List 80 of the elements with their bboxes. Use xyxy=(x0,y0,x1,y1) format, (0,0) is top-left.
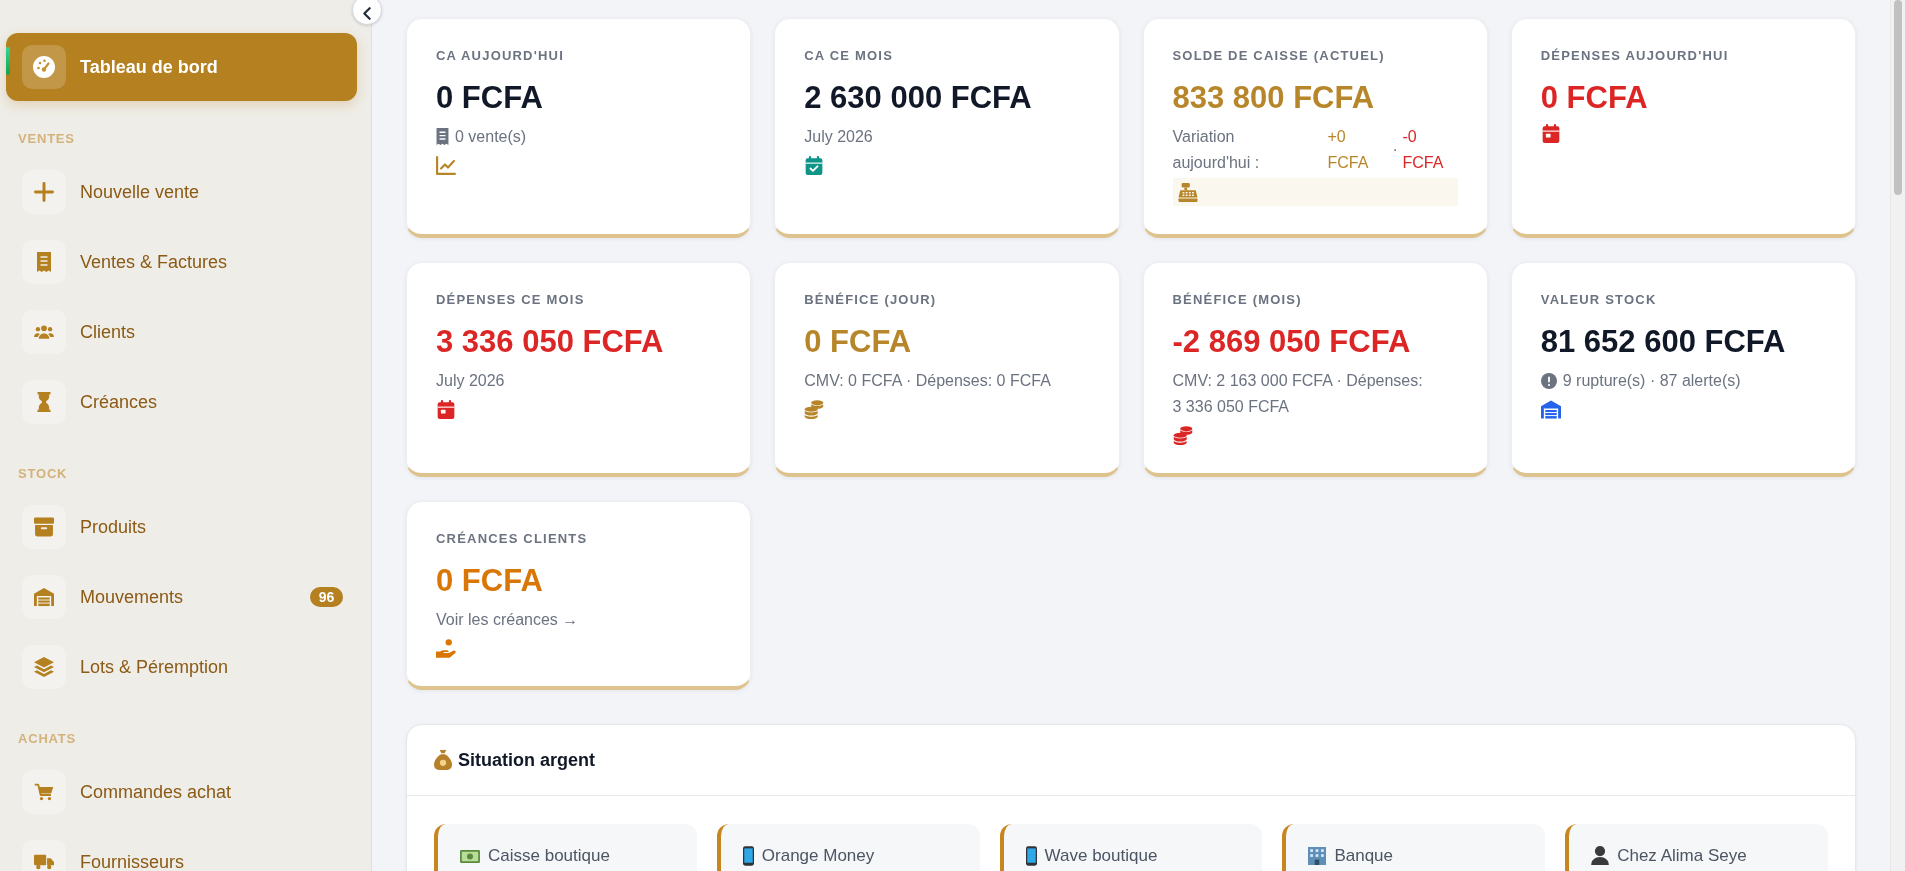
person-icon xyxy=(1591,846,1610,865)
stat-label: SOLDE DE CAISSE (ACTUEL) xyxy=(1172,48,1385,64)
stat-label: BÉNÉFICE (MOIS) xyxy=(1172,292,1302,308)
phone-icon xyxy=(1025,846,1037,866)
stat-label: VALEUR STOCK xyxy=(1540,292,1657,308)
sidebar-item[interactable]: Nouvelle vente xyxy=(6,161,357,223)
collapse-button[interactable] xyxy=(352,0,382,25)
stat-note: 0 vente(s) xyxy=(455,127,527,147)
users-icon xyxy=(22,310,66,354)
plus-icon xyxy=(22,170,66,214)
view-debts-link[interactable]: Voir les créances → xyxy=(436,607,579,633)
coins-icon xyxy=(1172,426,1193,445)
sidebar-item[interactable]: Ventes & Factures xyxy=(6,231,357,293)
scrollbar-thumb[interactable] xyxy=(1894,0,1902,195)
stat-label: DÉPENSES AUJOURD'HUI xyxy=(1540,48,1729,64)
stat-note: CMV: 2 163 000 FCFA · Dépenses: 3 336 050 FCFA xyxy=(1172,371,1424,417)
calendar-icon xyxy=(436,400,456,419)
sidebar-item[interactable]: Commandes achat xyxy=(6,761,357,823)
variation-gain: +0 FCFA xyxy=(1327,127,1370,173)
stat-label: BÉNÉFICE (JOUR) xyxy=(804,292,937,308)
stat-value: 3 336 050 FCFA xyxy=(436,323,664,361)
count-badge: 96 xyxy=(310,587,343,607)
account-name: Wave boutique xyxy=(1044,845,1158,867)
stat-label: CA AUJOURD'HUI xyxy=(436,48,564,64)
stat-label: DÉPENSES CE MOIS xyxy=(436,292,585,308)
variation-label: Variation aujourd'hui : xyxy=(1172,127,1261,173)
account-name: Caisse boutique xyxy=(488,845,610,867)
stat-value: 2 630 000 FCFA xyxy=(804,79,1032,117)
sidebar-item[interactable]: Clients xyxy=(6,301,357,363)
section-heading: STOCK xyxy=(18,466,69,482)
calendar-check-icon xyxy=(804,156,825,175)
stat-value: 81 652 600 FCFA xyxy=(1540,323,1786,361)
section-heading: ACHATS xyxy=(18,731,77,747)
stat-label: CRÉANCES CLIENTS xyxy=(436,531,588,547)
warehouse-icon xyxy=(1540,400,1561,419)
sidebar-item[interactable]: Fournisseurs xyxy=(6,831,357,871)
separator-dot: · xyxy=(1391,140,1399,160)
sidebar-item[interactable]: Lots & Péremption xyxy=(6,636,357,698)
banknote-icon xyxy=(460,850,480,863)
chevron-left-icon xyxy=(363,6,371,20)
hand-coin-icon xyxy=(436,639,456,658)
stat-value: 0 FCFA xyxy=(436,562,543,600)
line-chart-icon xyxy=(436,156,456,175)
stat-value: 833 800 FCFA xyxy=(1172,79,1375,117)
warehouse-icon xyxy=(22,575,66,619)
stat-note: July 2026 xyxy=(804,127,873,147)
stat-note: CMV: 0 FCFA · Dépenses: 0 FCFA xyxy=(804,371,1051,391)
stat-value: -2 869 050 FCFA xyxy=(1172,323,1411,361)
stat-value: 0 FCFA xyxy=(1540,79,1648,117)
cash-register-icon xyxy=(1177,182,1198,202)
section-heading: VENTES xyxy=(18,131,76,147)
gauge-icon xyxy=(22,45,66,89)
sidebar-item[interactable]: Produits xyxy=(6,496,357,558)
box-icon xyxy=(22,505,66,549)
layers-icon xyxy=(22,645,66,689)
stat-note: 9 rupture(s) · 87 alerte(s) xyxy=(1562,371,1741,391)
phone-icon xyxy=(742,846,754,866)
panel-title: Situation argent xyxy=(458,749,595,771)
calendar-icon xyxy=(1540,124,1561,143)
stat-value: 0 FCFA xyxy=(804,323,912,361)
stat-value: 0 FCFA xyxy=(436,79,543,117)
alert-icon xyxy=(1540,373,1557,389)
variation-loss: -0 FCFA xyxy=(1402,127,1445,173)
sidebar-item[interactable]: Mouvements 96 xyxy=(6,566,357,628)
stat-label: CA CE MOIS xyxy=(804,48,894,64)
account-name: Banque xyxy=(1334,845,1393,867)
sidebar-item[interactable]: Tableau de bord xyxy=(6,33,357,101)
cart-icon xyxy=(22,770,66,814)
sidebar-item[interactable]: Créances xyxy=(6,371,357,433)
money-bag-icon xyxy=(434,750,452,770)
hourglass-icon xyxy=(22,380,66,424)
truck-icon xyxy=(22,840,66,871)
account-name: Orange Money xyxy=(761,845,875,867)
building-icon xyxy=(1308,847,1327,865)
stat-note: July 2026 xyxy=(436,371,505,391)
receipt-icon xyxy=(436,128,449,145)
coins-icon xyxy=(804,400,825,419)
account-name: Chez Alima Seye xyxy=(1617,845,1747,867)
active-indicator xyxy=(6,47,10,75)
receipt-icon xyxy=(22,240,66,284)
